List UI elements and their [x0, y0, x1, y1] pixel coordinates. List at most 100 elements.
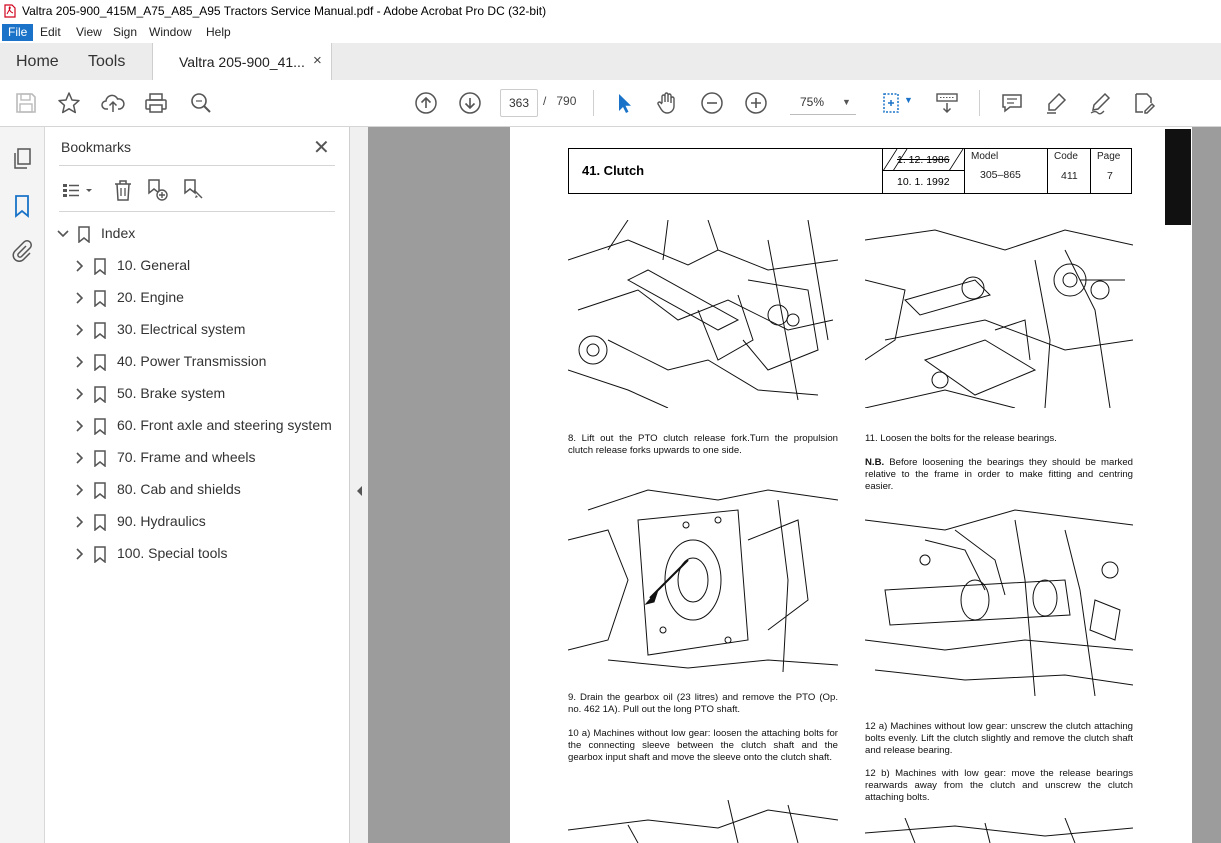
chevron-right-icon[interactable]: [72, 355, 86, 369]
chevron-left-icon[interactable]: [355, 485, 363, 497]
panel-title: Bookmarks: [61, 139, 132, 155]
chevron-right-icon[interactable]: [72, 419, 86, 433]
date-current: 10. 1. 1992: [897, 176, 950, 188]
close-icon[interactable]: ×: [313, 52, 322, 69]
caption-step-12b: 12 b) Machines with low gear: move the r…: [865, 768, 1133, 803]
total-pages: 790: [556, 94, 577, 108]
page-down-icon[interactable]: [458, 91, 482, 115]
menu-window[interactable]: Window: [143, 24, 198, 41]
strike-hatch: [883, 149, 964, 171]
chevron-right-icon[interactable]: [72, 547, 86, 561]
window-title: Valtra 205-900_415M_A75_A85_A95 Tractors…: [22, 4, 547, 18]
bookmark-item[interactable]: 60. Front axle and steering system: [45, 414, 349, 440]
chevron-right-icon[interactable]: [72, 451, 86, 465]
figure-12-illustration: [865, 509, 1133, 696]
caption-step-11: 11. Loosen the bolts for the release bea…: [865, 433, 1057, 444]
bookmark-label: 50. Brake system: [117, 385, 226, 401]
chevron-right-icon[interactable]: [72, 483, 86, 497]
page-label: Page: [1097, 151, 1121, 162]
tab-home[interactable]: Home: [16, 43, 59, 80]
note-label: N.B.: [865, 457, 885, 468]
figure-8-illustration: [568, 220, 838, 408]
close-icon[interactable]: ✕: [313, 135, 330, 160]
menu-help[interactable]: Help: [200, 24, 237, 41]
bookmark-item[interactable]: 50. Brake system: [45, 382, 349, 408]
figure-bottom-right-illustration: [865, 818, 1133, 843]
chevron-right-icon[interactable]: [72, 291, 86, 305]
bookmark-item[interactable]: 40. Power Transmission: [45, 350, 349, 376]
print-icon[interactable]: [144, 91, 168, 115]
chevron-right-icon[interactable]: [72, 323, 86, 337]
menu-edit[interactable]: Edit: [34, 24, 67, 41]
model-cell: Model 305–865: [964, 149, 1048, 193]
chevron-right-icon[interactable]: [72, 259, 86, 273]
bookmark-icon: [78, 226, 90, 243]
highlight-icon[interactable]: [1044, 91, 1068, 115]
hand-icon[interactable]: [655, 91, 679, 115]
zoom-out-icon[interactable]: [700, 91, 724, 115]
page-thumbnails-icon[interactable]: [10, 147, 34, 171]
chevron-down-icon[interactable]: [56, 227, 70, 241]
page-separator: /: [543, 94, 547, 108]
caption-step-9: 9. Drain the gearbox oil (23 litres) and…: [568, 692, 838, 715]
page-cell: Page 7: [1090, 149, 1132, 193]
chevron-right-icon[interactable]: [72, 387, 86, 401]
bookmark-index[interactable]: Index: [45, 222, 349, 248]
chevron-down-icon[interactable]: ▼: [904, 95, 913, 105]
caption-step-10a: 10 a) Machines without low gear: loosen …: [568, 728, 838, 763]
acrobat-icon: [4, 4, 16, 18]
delete-icon[interactable]: [111, 178, 135, 202]
comment-icon[interactable]: [1000, 91, 1024, 115]
share-upload-icon[interactable]: [101, 91, 125, 115]
bookmark-icon: [94, 386, 106, 403]
menu-view[interactable]: View: [70, 24, 108, 41]
sign-icon[interactable]: [1088, 91, 1112, 115]
bookmark-item[interactable]: 100. Special tools: [45, 542, 349, 568]
options-menu-icon[interactable]: [61, 178, 97, 202]
bookmark-icon: [94, 322, 106, 339]
toolbar-divider: [979, 90, 980, 116]
bookmark-label: 20. Engine: [117, 289, 184, 305]
find-icon[interactable]: [189, 91, 213, 115]
title-bar: Valtra 205-900_415M_A75_A85_A95 Tractors…: [0, 0, 1221, 23]
bookmark-label: 30. Electrical system: [117, 321, 246, 337]
fit-page-icon[interactable]: [879, 91, 903, 115]
chevron-down-icon: ▼: [842, 97, 851, 107]
tab-document[interactable]: Valtra 205-900_41... ×: [152, 43, 332, 81]
bookmark-icon: [94, 482, 106, 499]
page-number-input[interactable]: 363: [500, 89, 538, 117]
bookmark-item[interactable]: 70. Frame and wheels: [45, 446, 349, 472]
bookmarks-panel: Bookmarks ✕ Index 10. General 20. Engine 3…: [45, 127, 350, 843]
bookmark-item[interactable]: 80. Cab and shields: [45, 478, 349, 504]
bookmark-item[interactable]: 30. Electrical system: [45, 318, 349, 344]
zoom-in-icon[interactable]: [744, 91, 768, 115]
chevron-right-icon[interactable]: [72, 515, 86, 529]
bookmark-icon: [94, 418, 106, 435]
menu-file[interactable]: File: [2, 24, 34, 41]
zoom-select[interactable]: 75% ▼: [790, 89, 856, 115]
bookmark-icon: [94, 450, 106, 467]
divider: [59, 211, 335, 212]
new-bookmark-icon[interactable]: [145, 178, 169, 202]
attachments-icon[interactable]: [10, 239, 34, 263]
bookmark-search-icon[interactable]: [181, 178, 205, 202]
panel-collapse-handle[interactable]: [350, 127, 368, 843]
bookmark-label: 100. Special tools: [117, 545, 228, 561]
bookmark-icon: [94, 354, 106, 371]
tab-tools[interactable]: Tools: [88, 43, 125, 80]
save-icon[interactable]: [14, 91, 38, 115]
bookmark-item[interactable]: 10. General: [45, 254, 349, 280]
menu-sign[interactable]: Sign: [107, 24, 143, 41]
scroll-mode-icon[interactable]: [935, 91, 959, 115]
bookmark-star-icon[interactable]: [57, 91, 81, 115]
bookmark-item[interactable]: 20. Engine: [45, 286, 349, 312]
caption-step-12a: 12 a) Machines without low gear: unscrew…: [865, 721, 1133, 756]
page-up-icon[interactable]: [414, 91, 438, 115]
edit-pdf-icon[interactable]: [1132, 91, 1156, 115]
divider: [59, 165, 335, 166]
bookmark-item[interactable]: 90. Hydraulics: [45, 510, 349, 536]
select-cursor-icon[interactable]: [612, 91, 636, 115]
bookmarks-icon[interactable]: [10, 194, 34, 218]
scrollbar-thumb[interactable]: [1165, 129, 1191, 225]
bookmark-label: 60. Front axle and steering system: [117, 417, 332, 433]
